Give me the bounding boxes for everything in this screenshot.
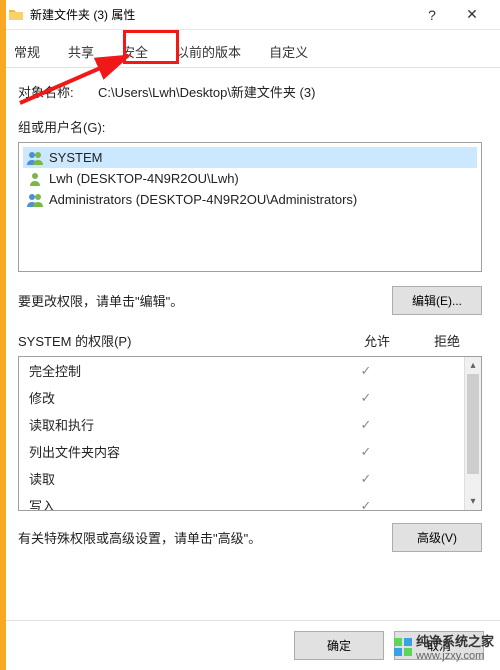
perm-name: 读取: [29, 469, 331, 488]
perm-name: 修改: [29, 388, 331, 407]
groups-label: 组或用户名(G):: [18, 117, 482, 136]
perm-name: 列出文件夹内容: [29, 442, 331, 461]
tab-custom[interactable]: 自定义: [255, 36, 322, 67]
object-name-row: 对象名称: C:\Users\Lwh\Desktop\新建文件夹 (3): [18, 82, 482, 101]
user-list[interactable]: SYSTEM Lwh (DESKTOP-4N9R2OU\Lwh) Adminis…: [18, 142, 482, 272]
perm-name: 写入: [29, 496, 331, 511]
edit-row: 要更改权限，请单击"编辑"。 编辑(E)...: [18, 286, 482, 315]
tab-general[interactable]: 常规: [0, 36, 54, 67]
titlebar: 新建文件夹 (3) 属性 ? ✕: [0, 0, 500, 30]
permissions-title: SYSTEM 的权限(P): [18, 331, 342, 350]
watermark-logo-icon: [394, 638, 412, 656]
advanced-button[interactable]: 高级(V): [392, 523, 482, 552]
tabs: 常规 共享 安全 以前的版本 自定义: [0, 30, 500, 68]
object-name-label: 对象名称:: [18, 82, 98, 101]
user-name: Administrators (DESKTOP-4N9R2OU\Administ…: [49, 192, 357, 207]
perm-row[interactable]: 读取和执行 ✓: [19, 411, 481, 438]
scroll-down-icon[interactable]: ▾: [465, 493, 481, 510]
tab-security[interactable]: 安全: [108, 36, 162, 67]
users-icon: [27, 193, 43, 207]
permissions-list: 完全控制 ✓ 修改 ✓ 读取和执行 ✓ 列出文件夹内容 ✓ 读取 ✓ 写入 ✓: [18, 356, 482, 511]
deny-header: 拒绝: [412, 331, 482, 350]
object-name-value: C:\Users\Lwh\Desktop\新建文件夹 (3): [98, 82, 482, 101]
window-title: 新建文件夹 (3) 属性: [30, 6, 412, 23]
tab-share[interactable]: 共享: [54, 36, 108, 67]
content-area: 对象名称: C:\Users\Lwh\Desktop\新建文件夹 (3) 组或用…: [0, 68, 500, 566]
perm-row[interactable]: 完全控制 ✓: [19, 357, 481, 384]
watermark: 纯净系统之家 www.jzxy.com: [394, 631, 494, 662]
ok-button[interactable]: 确定: [294, 631, 384, 660]
allow-check-icon: ✓: [331, 498, 401, 512]
allow-check-icon: ✓: [331, 363, 401, 379]
perm-name: 完全控制: [29, 361, 331, 380]
perm-row[interactable]: 读取 ✓: [19, 465, 481, 492]
perm-row[interactable]: 修改 ✓: [19, 384, 481, 411]
close-button[interactable]: ✕: [452, 6, 492, 23]
scrollbar[interactable]: ▴ ▾: [464, 357, 481, 510]
allow-check-icon: ✓: [331, 471, 401, 487]
allow-check-icon: ✓: [331, 444, 401, 460]
folder-icon: [8, 7, 24, 23]
tab-previous-versions[interactable]: 以前的版本: [162, 36, 255, 67]
user-item-system[interactable]: SYSTEM: [23, 147, 477, 168]
user-item-administrators[interactable]: Administrators (DESKTOP-4N9R2OU\Administ…: [23, 189, 477, 210]
perm-row[interactable]: 写入 ✓: [19, 492, 481, 511]
allow-check-icon: ✓: [331, 390, 401, 406]
watermark-name: 纯净系统之家: [416, 634, 494, 649]
watermark-url: www.jzxy.com: [416, 650, 494, 662]
advanced-row: 有关特殊权限或高级设置，请单击"高级"。 高级(V): [18, 523, 482, 552]
user-name: SYSTEM: [49, 150, 102, 165]
permissions-header: SYSTEM 的权限(P) 允许 拒绝: [18, 331, 482, 350]
perm-name: 读取和执行: [29, 415, 331, 434]
edit-button[interactable]: 编辑(E)...: [392, 286, 482, 315]
advanced-hint: 有关特殊权限或高级设置，请单击"高级"。: [18, 528, 382, 547]
edit-hint: 要更改权限，请单击"编辑"。: [18, 291, 382, 310]
scroll-thumb[interactable]: [467, 374, 479, 474]
users-icon: [27, 151, 43, 165]
allow-check-icon: ✓: [331, 417, 401, 433]
scroll-up-icon[interactable]: ▴: [465, 357, 481, 374]
perm-row[interactable]: 列出文件夹内容 ✓: [19, 438, 481, 465]
help-button[interactable]: ?: [412, 7, 452, 23]
user-icon: [27, 172, 43, 186]
user-name: Lwh (DESKTOP-4N9R2OU\Lwh): [49, 171, 239, 186]
allow-header: 允许: [342, 331, 412, 350]
user-item-lwh[interactable]: Lwh (DESKTOP-4N9R2OU\Lwh): [23, 168, 477, 189]
